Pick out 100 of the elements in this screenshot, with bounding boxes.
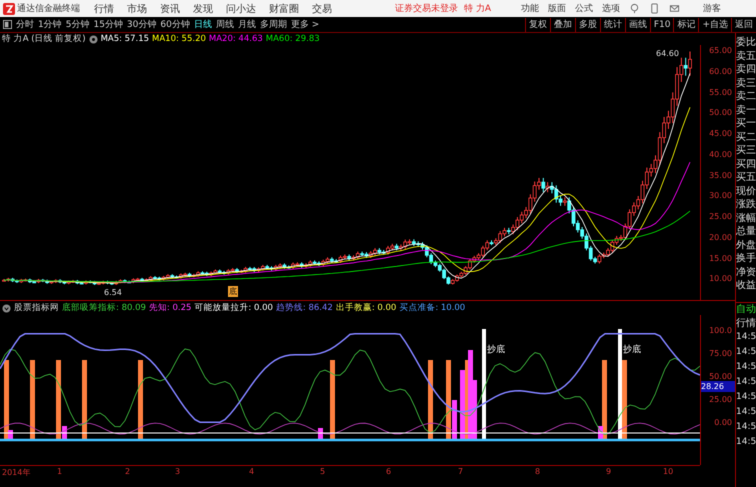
volume-signal-bar xyxy=(62,426,67,440)
menu-item[interactable]: 问小达 xyxy=(226,2,256,16)
quote-label: 净资 xyxy=(736,266,756,279)
bottom-marker: 底 xyxy=(228,286,238,297)
period-tab[interactable]: 多周期 xyxy=(260,18,287,31)
tool-menu-item[interactable]: 功能 xyxy=(521,2,540,15)
date-axis-label: 10 xyxy=(663,467,674,476)
indicator-value-label: 底部吸筹指标: 80.09 xyxy=(62,302,146,314)
period-tab[interactable]: 15分钟 xyxy=(93,18,123,31)
period-tab[interactable]: 5分钟 xyxy=(66,18,90,31)
menu-item[interactable]: 财富圈 xyxy=(269,2,299,16)
tool-menu-item[interactable]: 版面 xyxy=(548,2,566,15)
tool-menu-item[interactable]: 选项 xyxy=(602,2,620,15)
toolbar-button[interactable]: 多股 xyxy=(574,18,600,32)
quote-label: 涨幅 xyxy=(736,212,756,225)
login-notice[interactable]: 证券交易未登录 xyxy=(395,2,458,15)
quote-label: 买三 xyxy=(736,144,756,158)
quote-tab[interactable]: 行情 xyxy=(736,316,756,330)
low-price-label: 6.54 xyxy=(104,288,122,297)
menu-item[interactable]: 市场 xyxy=(127,2,147,16)
moving-average-label: MA60: 29.83 xyxy=(266,34,320,44)
user-name[interactable]: 游客 xyxy=(703,2,722,15)
quote-label: 卖一 xyxy=(736,104,756,117)
tool-menu-item[interactable]: 公式 xyxy=(575,2,594,15)
volume-signal-bar xyxy=(8,430,13,440)
quote-label: 涨跌 xyxy=(736,198,756,212)
date-axis-label: 4 xyxy=(249,467,254,476)
volume-signal-bar xyxy=(452,400,457,440)
moving-average-label: MA10: 55.20 xyxy=(152,34,206,44)
buy-signal-label: 抄底 xyxy=(623,344,641,356)
price-axis-label: 10.00 xyxy=(709,274,732,284)
price-axis-label: 45.00 xyxy=(709,129,732,138)
toolbar-button[interactable]: +自选 xyxy=(698,18,731,32)
stock-name: 特 力A xyxy=(464,2,492,15)
price-axis-label: 65.00 xyxy=(709,46,732,55)
menu-item[interactable]: 行情 xyxy=(94,2,114,16)
price-axis-label: 35.00 xyxy=(709,170,732,180)
trade-time: 14:5 xyxy=(736,331,756,344)
price-axis-label: 30.00 xyxy=(709,191,732,200)
period-tab[interactable]: 更多 > xyxy=(290,18,320,31)
period-tab[interactable]: 分时 xyxy=(16,18,34,31)
period-tab[interactable]: 月线 xyxy=(238,18,256,31)
period-tab[interactable]: 1分钟 xyxy=(38,18,62,31)
price-axis-label: 25.00 xyxy=(709,212,732,221)
date-axis-label: 2 xyxy=(125,467,130,476)
quote-label: 卖四 xyxy=(736,63,756,76)
toolbar-button[interactable]: 统计 xyxy=(600,18,625,32)
window-toggle-icon[interactable] xyxy=(3,20,12,29)
moving-average-label: MA20: 44.63 xyxy=(208,34,263,44)
indicator-axis-label: 50.00 xyxy=(709,372,732,381)
indicator-axis-label: 75.00 xyxy=(709,349,732,358)
auto-mode-label[interactable]: 自动 xyxy=(736,303,756,316)
menu-item[interactable]: 交易 xyxy=(312,2,332,16)
indicator-axis-label: 25.00 xyxy=(709,395,732,404)
indicator-axis-label: 100.0 xyxy=(709,326,732,335)
quote-label: 买五 xyxy=(736,171,756,184)
price-axis-label: 40.00 xyxy=(709,150,732,159)
quote-label: 卖五 xyxy=(736,50,756,63)
settings-icon[interactable] xyxy=(88,34,98,44)
toolbar-button[interactable]: 画线 xyxy=(624,18,650,32)
volume-signal-bar xyxy=(598,426,603,440)
buy-signal-label: 抄底 xyxy=(487,344,505,356)
trade-time: 14:5 xyxy=(736,421,756,434)
chart-title: 特 力A (日线 前复权) xyxy=(2,33,86,45)
toolbar-button[interactable]: 复权 xyxy=(524,18,550,32)
trade-time: 14:5 xyxy=(736,406,756,419)
indicator-axis-label: 0.00 xyxy=(714,418,732,427)
quote-label: 收益 xyxy=(736,279,756,292)
price-axis-label: 50.00 xyxy=(709,108,732,118)
quote-label: 卖二 xyxy=(736,90,756,104)
quote-label: 委比 xyxy=(736,36,756,50)
period-tab[interactable]: 日线 xyxy=(194,18,212,31)
quote-label: 买一 xyxy=(736,117,756,130)
high-price-label: 64.60 xyxy=(656,49,679,58)
quote-label: 外盘 xyxy=(736,238,756,252)
period-tab[interactable]: 30分钟 xyxy=(126,18,156,31)
trade-time: 14:5 xyxy=(736,391,756,404)
app-logo-icon xyxy=(3,2,15,14)
quote-label: 换手 xyxy=(736,252,756,266)
toolbar-button[interactable]: 标记 xyxy=(673,18,698,32)
quote-label: 买四 xyxy=(736,158,756,171)
quote-label: 卖三 xyxy=(736,76,756,90)
trade-time: 14:5 xyxy=(736,376,756,389)
collapse-icon[interactable] xyxy=(2,304,11,312)
indicator-value-label: 可能放量拉升: 0.00 xyxy=(194,302,273,314)
menu-item[interactable]: 资讯 xyxy=(160,2,180,16)
volume-signal-bar xyxy=(460,370,465,440)
indicator-name: 股票指标网 xyxy=(14,302,59,314)
menu-item[interactable]: 发现 xyxy=(193,2,213,16)
date-axis-label: 9 xyxy=(606,467,612,476)
period-tab[interactable]: 周线 xyxy=(216,18,234,31)
mail-icon[interactable] xyxy=(669,3,680,14)
volume-signal-bar xyxy=(318,428,323,440)
trade-time: 14:5 xyxy=(736,436,756,449)
phone-icon[interactable] xyxy=(649,3,660,14)
indicator-value-label: 趋势线: 86.42 xyxy=(276,302,333,314)
current-value-badge: 28.26 xyxy=(701,381,735,392)
price-axis-label: 20.00 xyxy=(709,232,732,242)
period-tab[interactable]: 60分钟 xyxy=(160,18,190,31)
date-axis-label: 5 xyxy=(320,467,326,476)
